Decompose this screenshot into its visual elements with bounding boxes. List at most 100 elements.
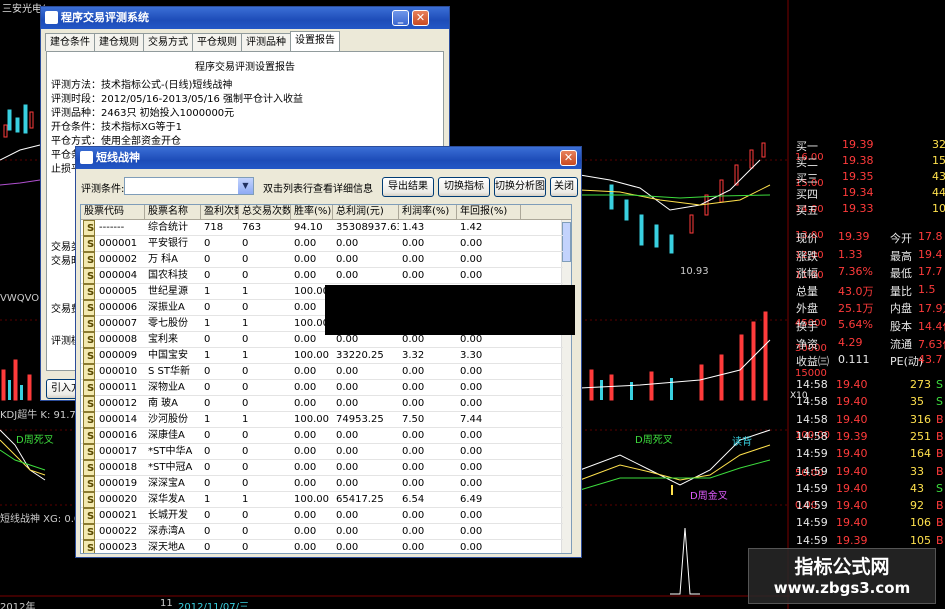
- column-header[interactable]: 年回报(%): [457, 205, 521, 220]
- close-dialog-button[interactable]: 关闭: [550, 177, 578, 197]
- table-row[interactable]: S ------- 综合统计 718 763 94.10 35308937.63 1.43 1.…: [81, 220, 563, 236]
- tick-volume: 106: [910, 516, 931, 530]
- table-row[interactable]: S 000020 深华发A 1 1 100.00 65417.25 6.54 6.49: [81, 492, 563, 508]
- table-cell: 深华发A: [148, 494, 185, 505]
- bid-price: 19.34: [842, 186, 874, 199]
- table-cell: 深振业A: [148, 302, 185, 313]
- stat-value: 4.29: [838, 335, 863, 349]
- stat-label: 内盘: [890, 302, 912, 316]
- table-cell: 0.00: [336, 366, 359, 377]
- table-cell: 0: [204, 334, 211, 345]
- death-cross-label: D周死叉: [635, 435, 673, 446]
- table-cell: 0.00: [336, 462, 359, 473]
- export-results-button[interactable]: 导出结果: [382, 177, 434, 197]
- stat-value: 19.39: [838, 230, 870, 243]
- table-cell: *ST中华A: [148, 446, 193, 457]
- report-line: 评测时段：2012/05/16-2013/05/16 强制平仓计入收益: [51, 94, 304, 105]
- report-line: 平仓方式：使用全部资金开仓: [51, 136, 181, 147]
- stat-value: 0.111: [838, 353, 870, 367]
- column-header[interactable]: 利润率(%): [399, 205, 457, 220]
- hint-text: 双击列表行查看详细信息: [263, 184, 373, 195]
- stat-label: 流通: [890, 337, 912, 351]
- table-cell: 000002: [99, 254, 138, 265]
- table-cell: 0: [242, 398, 249, 409]
- table-row[interactable]: S 000016 深康佳A 0 0 0.00 0.00 0.00 0.00: [81, 428, 563, 444]
- column-header[interactable]: 总交易次数: [239, 205, 291, 220]
- stat-row: 换手 5.64% 股本 14.4亿: [790, 318, 945, 334]
- tick-volume: 164: [910, 447, 931, 461]
- table-cell: 718: [204, 222, 224, 233]
- table-cell: 33220.25: [336, 350, 384, 361]
- close-button[interactable]: ✕: [412, 10, 429, 26]
- table-row[interactable]: S 000010 S ST华新 0 0 0.00 0.00 0.00 0.00: [81, 364, 563, 380]
- condition-select[interactable]: ▼: [124, 177, 254, 195]
- table-cell: 0.00: [336, 398, 359, 409]
- tab-build-rule[interactable]: 建仓规则: [94, 33, 144, 51]
- table-cell: 中国宝安: [148, 350, 188, 361]
- stat-label: 最高: [890, 249, 912, 263]
- stat-value: 17.9万: [918, 302, 945, 316]
- scrollbar-thumb[interactable]: [562, 222, 571, 262]
- table-cell: 0.00: [402, 270, 425, 281]
- table-row[interactable]: S 000019 深深宝A 0 0 0.00 0.00 0.00 0.00: [81, 476, 563, 492]
- table-cell: 0: [242, 366, 249, 377]
- tab-build-condition[interactable]: 建仓条件: [45, 33, 95, 51]
- column-header[interactable]: 股票名称: [145, 205, 201, 220]
- table-cell: 0.00: [460, 446, 483, 457]
- table-row[interactable]: S 000004 国农科技 0 0 0.00 0.00 0.00 0.00: [81, 268, 563, 284]
- column-header[interactable]: 盈利次数: [201, 205, 239, 220]
- table-cell: 000017: [99, 446, 138, 457]
- table-row[interactable]: S 000001 平安银行 0 0 0.00 0.00 0.00 0.00: [81, 236, 563, 252]
- table-cell: 1: [204, 318, 211, 329]
- tick-row: 14:58 19.39 251 B: [790, 430, 945, 446]
- table-row[interactable]: S 000018 *ST中冠A 0 0 0.00 0.00 0.00 0.00: [81, 460, 563, 476]
- column-header[interactable]: 总利润(元): [333, 205, 399, 220]
- table-cell: 000016: [99, 430, 138, 441]
- table-row[interactable]: S 000012 南 玻A 0 0 0.00 0.00 0.00 0.00: [81, 396, 563, 412]
- column-header[interactable]: 股票代码: [81, 205, 145, 220]
- switch-chart-button[interactable]: 切换分析图: [494, 177, 546, 197]
- tick-row: 14:58 19.40 273 S: [790, 378, 945, 394]
- window-titlebar[interactable]: 程序交易评测系统 _ ✕: [41, 7, 449, 29]
- tab-settings-report[interactable]: 设置报告: [290, 31, 340, 51]
- column-header[interactable]: 胜率(%): [291, 205, 333, 220]
- tab-close-rule[interactable]: 平仓规则: [192, 33, 242, 51]
- tab-test-symbols[interactable]: 评测品种: [241, 33, 291, 51]
- stat-value: 25.1万: [838, 302, 874, 316]
- chevron-down-icon[interactable]: ▼: [238, 178, 253, 194]
- stock-icon: S: [83, 492, 95, 508]
- table-row[interactable]: S 000014 沙河股份 1 1 100.00 74953.25 7.50 7.44: [81, 412, 563, 428]
- tick-volume: 92: [910, 499, 924, 513]
- table-cell: 65417.25: [336, 494, 384, 505]
- tick-volume: 105: [910, 533, 931, 547]
- signal-label: 读背: [732, 437, 752, 448]
- table-cell: 0.00: [402, 510, 425, 521]
- table-cell: 深天地A: [148, 542, 185, 553]
- table-cell: 7.44: [460, 414, 483, 425]
- table-cell: 0.00: [460, 366, 483, 377]
- table-row[interactable]: S 000011 深物业A 0 0 0.00 0.00 0.00 0.00: [81, 380, 563, 396]
- table-cell: 000019: [99, 478, 138, 489]
- table-row[interactable]: S 000002 万 科A 0 0 0.00 0.00 0.00 0.00: [81, 252, 563, 268]
- window-title: 短线战神: [96, 151, 140, 164]
- table-row[interactable]: S 000021 长城开发 0 0 0.00 0.00 0.00 0.00: [81, 508, 563, 524]
- app-icon: [45, 11, 58, 24]
- stat-label: 涨幅: [796, 267, 818, 281]
- table-cell: 0: [204, 270, 211, 281]
- close-button[interactable]: ✕: [560, 150, 577, 166]
- tick-time: 14:59: [796, 533, 828, 547]
- tab-trade-mode[interactable]: 交易方式: [143, 33, 193, 51]
- table-row[interactable]: S 000009 中国宝安 1 1 100.00 33220.25 3.32 3.30: [81, 348, 563, 364]
- switch-indicator-button[interactable]: 切换指标: [438, 177, 490, 197]
- window-titlebar[interactable]: 短线战神 ✕: [76, 147, 581, 169]
- table-cell: 0.00: [402, 462, 425, 473]
- tick-time: 14:58: [796, 395, 828, 409]
- table-row[interactable]: S 000017 *ST中华A 0 0 0.00 0.00 0.00 0.00: [81, 444, 563, 460]
- table-row[interactable]: S 000023 深天地A 0 0 0.00 0.00 0.00 0.00: [81, 540, 563, 553]
- minimize-button[interactable]: _: [392, 10, 409, 26]
- stock-icon: S: [83, 412, 95, 428]
- table-cell: 0.00: [460, 398, 483, 409]
- tick-time: 14:59: [796, 481, 828, 495]
- table-row[interactable]: S 000022 深赤湾A 0 0 0.00 0.00 0.00 0.00: [81, 524, 563, 540]
- table-cell: 0: [204, 302, 211, 313]
